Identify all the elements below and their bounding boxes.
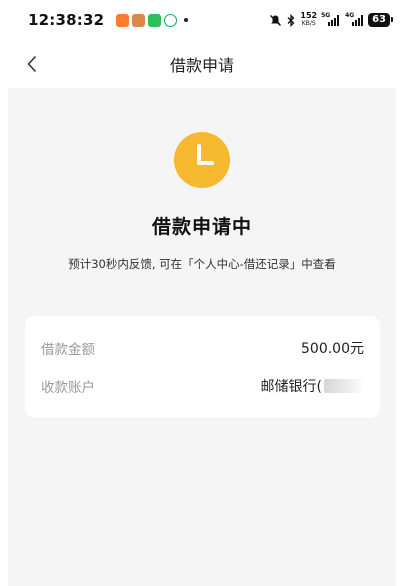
- network-speed: 152 KB/S: [300, 12, 317, 28]
- masked-account-number: [324, 379, 364, 393]
- account-value-wrap: 邮储银行(: [261, 376, 364, 396]
- signal-tag: 5G: [321, 11, 331, 19]
- clock-icon: [174, 132, 230, 188]
- mute-icon: [270, 14, 282, 26]
- network-speed-value: 152: [300, 11, 318, 20]
- signal-tag: 4G: [345, 11, 355, 19]
- back-button[interactable]: [18, 50, 46, 78]
- bluetooth-icon: [287, 13, 295, 27]
- amount-row: 借款金额 500.00元: [25, 336, 380, 360]
- account-label: 收款账户: [41, 380, 95, 396]
- amount-value: 500.00元: [301, 341, 364, 357]
- status-time: 12:38:32: [28, 11, 105, 29]
- notification-icons: [116, 13, 189, 27]
- status-title: 借款申请中: [151, 216, 252, 238]
- amount-label: 借款金额: [41, 342, 95, 358]
- account-row: 收款账户 邮储银行(: [25, 374, 380, 398]
- more-notifications-dot: [184, 18, 189, 22]
- loan-detail-card: 借款金额 500.00元 收款账户 邮储银行(: [25, 316, 380, 418]
- status-bar: 12:38:32 152 KB/S 5G 4G 63: [0, 0, 404, 40]
- app-notification-icon: [164, 13, 178, 27]
- pending-status-indicator: [174, 132, 230, 188]
- main-content: 借款申请中 预计30秒内反馈, 可在「个人中心-借还记录」中查看 借款金额 50…: [8, 88, 396, 586]
- app-notification-icon: [148, 13, 162, 27]
- app-notification-icon: [132, 13, 146, 27]
- account-value: 邮储银行(: [260, 379, 322, 395]
- system-status: 152 KB/S 5G 4G 63: [269, 12, 393, 28]
- status-description: 预计30秒内反馈, 可在「个人中心-借还记录」中查看: [68, 257, 336, 271]
- app-notification-icon: [116, 13, 130, 27]
- chevron-left-icon: [27, 56, 36, 72]
- battery-icon: 63: [368, 13, 393, 27]
- network-speed-unit: KB/S: [301, 20, 316, 27]
- signal-4g-icon: 4G: [345, 12, 364, 26]
- page-title: 借款申请: [169, 56, 234, 75]
- signal-5g-icon: 5G: [321, 12, 340, 26]
- nav-bar: 借款申请: [0, 40, 404, 88]
